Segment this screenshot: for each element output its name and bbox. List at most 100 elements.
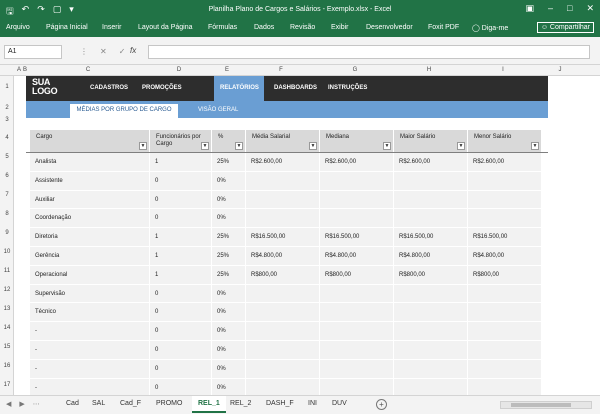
table-cell[interactable]	[320, 190, 394, 210]
column-header[interactable]: D	[148, 67, 210, 73]
nav-instrucoes[interactable]: INSTRUÇÕES	[328, 85, 367, 91]
more-sheets-icon[interactable]: ⋯	[33, 400, 40, 408]
table-cell[interactable]: 0	[150, 171, 212, 191]
tab-layout-da-pagina[interactable]: Layout da Página	[138, 24, 193, 31]
table-cell[interactable]	[394, 284, 468, 304]
row-header[interactable]: 10	[0, 249, 14, 255]
row-header[interactable]: 12	[0, 287, 14, 293]
table-cell[interactable]: Diretoria	[30, 228, 150, 247]
column-header[interactable]: E	[210, 67, 244, 73]
table-cell[interactable]: 0%	[212, 171, 246, 191]
tab-inserir[interactable]: Inserir	[102, 24, 121, 31]
table-cell[interactable]: R$2.600,00	[468, 153, 542, 172]
table-cell[interactable]	[468, 171, 542, 191]
table-cell[interactable]	[394, 322, 468, 341]
table-cell[interactable]: Operacional	[30, 265, 150, 285]
close-icon[interactable]: ✕	[586, 3, 594, 14]
row-header[interactable]: 1	[0, 84, 14, 90]
row-header[interactable]: 15	[0, 344, 14, 350]
tab-exibir[interactable]: Exibir	[331, 24, 349, 31]
table-cell[interactable]: 0%	[212, 190, 246, 210]
table-cell[interactable]: R$800,00	[468, 265, 542, 285]
table-cell[interactable]: 0%	[212, 284, 246, 304]
table-cell[interactable]: 0%	[212, 359, 246, 379]
tab-revisao[interactable]: Revisão	[290, 24, 315, 31]
table-cell[interactable]: -	[30, 341, 150, 360]
nav-dashboards[interactable]: DASHBOARDS	[274, 85, 317, 91]
sheet-tab-sal[interactable]: SAL	[92, 400, 105, 407]
filter-dropdown-icon[interactable]: ▼	[139, 142, 147, 150]
table-cell[interactable]: 1	[150, 228, 212, 247]
table-cell[interactable]	[468, 303, 542, 323]
table-cell[interactable]	[468, 284, 542, 304]
table-cell[interactable]: 1	[150, 153, 212, 172]
table-cell[interactable]: 0	[150, 322, 212, 341]
table-cell[interactable]: Coordenação	[30, 209, 150, 229]
tab-pagina-inicial[interactable]: Página Inicial	[46, 24, 88, 31]
table-cell[interactable]	[468, 209, 542, 229]
table-cell[interactable]	[246, 303, 320, 323]
table-cell[interactable]: 0	[150, 190, 212, 210]
share-button[interactable]: ☺ Compartilhar	[536, 22, 594, 33]
table-cell[interactable]: -	[30, 322, 150, 341]
table-cell[interactable]	[468, 190, 542, 210]
nav-cadastros[interactable]: CADASTROS	[90, 85, 128, 91]
table-cell[interactable]: 0	[150, 284, 212, 304]
tab-dados[interactable]: Dados	[254, 24, 274, 31]
table-cell[interactable]: Analista	[30, 153, 150, 172]
column-header[interactable]: J	[540, 67, 580, 73]
sheet-tab-dash-f[interactable]: DASH_F	[266, 400, 294, 407]
table-cell[interactable]: R$4.800,00	[468, 247, 542, 266]
table-cell[interactable]	[320, 359, 394, 379]
subtab-visao-geral[interactable]: VISÃO GERAL	[198, 107, 238, 113]
table-cell[interactable]: Técnico	[30, 303, 150, 323]
table-cell[interactable]	[394, 171, 468, 191]
table-cell[interactable]	[394, 209, 468, 229]
table-cell[interactable]	[394, 303, 468, 323]
row-header[interactable]: 13	[0, 306, 14, 312]
nav-promocoes[interactable]: PROMOÇÕES	[142, 85, 182, 91]
worksheet-grid[interactable]: A B C D E F G H I J 1 2 3 4 5 6 7 8 9 10 11 12 13 14 1…	[0, 65, 600, 395]
filter-dropdown-icon[interactable]: ▼	[309, 142, 317, 150]
prev-sheet-icon[interactable]: ◀	[6, 400, 11, 408]
table-cell[interactable]: Gerência	[30, 247, 150, 266]
sheet-tab-ini[interactable]: INI	[308, 400, 317, 407]
table-cell[interactable]: 0	[150, 209, 212, 229]
ribbon-display-icon[interactable]: ▣	[525, 3, 534, 14]
table-cell[interactable]: R$16.500,00	[246, 228, 320, 247]
table-cell[interactable]	[320, 341, 394, 360]
table-cell[interactable]: 0%	[212, 322, 246, 341]
table-cell[interactable]: 0	[150, 359, 212, 379]
table-cell[interactable]	[468, 378, 542, 395]
table-cell[interactable]: 0	[150, 341, 212, 360]
table-cell[interactable]: 25%	[212, 228, 246, 247]
table-cell[interactable]	[468, 322, 542, 341]
next-sheet-icon[interactable]: ▶	[19, 400, 24, 408]
row-header[interactable]: 17	[0, 382, 14, 388]
tab-desenvolvedor[interactable]: Desenvolvedor	[366, 24, 413, 31]
sheet-tab-cad[interactable]: Cad	[66, 400, 79, 407]
column-header[interactable]: I	[466, 67, 540, 73]
table-cell[interactable]: R$4.800,00	[320, 247, 394, 266]
table-cell[interactable]: 25%	[212, 153, 246, 172]
sheet-tab-rel-1[interactable]: REL_1	[192, 396, 226, 413]
row-header[interactable]: 16	[0, 363, 14, 369]
column-header[interactable]: C	[28, 67, 148, 73]
table-cell[interactable]: Auxiliar	[30, 190, 150, 210]
table-cell[interactable]: 25%	[212, 265, 246, 285]
table-cell[interactable]	[246, 322, 320, 341]
table-cell[interactable]: R$2.600,00	[394, 153, 468, 172]
table-cell[interactable]: 0%	[212, 378, 246, 395]
filter-dropdown-icon[interactable]: ▼	[531, 142, 539, 150]
table-cell[interactable]: 0%	[212, 341, 246, 360]
row-header[interactable]: 2	[0, 105, 14, 111]
table-cell[interactable]	[246, 341, 320, 360]
row-header[interactable]: 6	[0, 173, 14, 179]
table-cell[interactable]	[246, 209, 320, 229]
row-header[interactable]: 4	[0, 135, 14, 141]
minimize-icon[interactable]: –	[548, 3, 553, 14]
table-cell[interactable]: 0%	[212, 303, 246, 323]
row-header[interactable]: 7	[0, 192, 14, 198]
column-header[interactable]: F	[244, 67, 318, 73]
table-cell[interactable]: R$800,00	[394, 265, 468, 285]
